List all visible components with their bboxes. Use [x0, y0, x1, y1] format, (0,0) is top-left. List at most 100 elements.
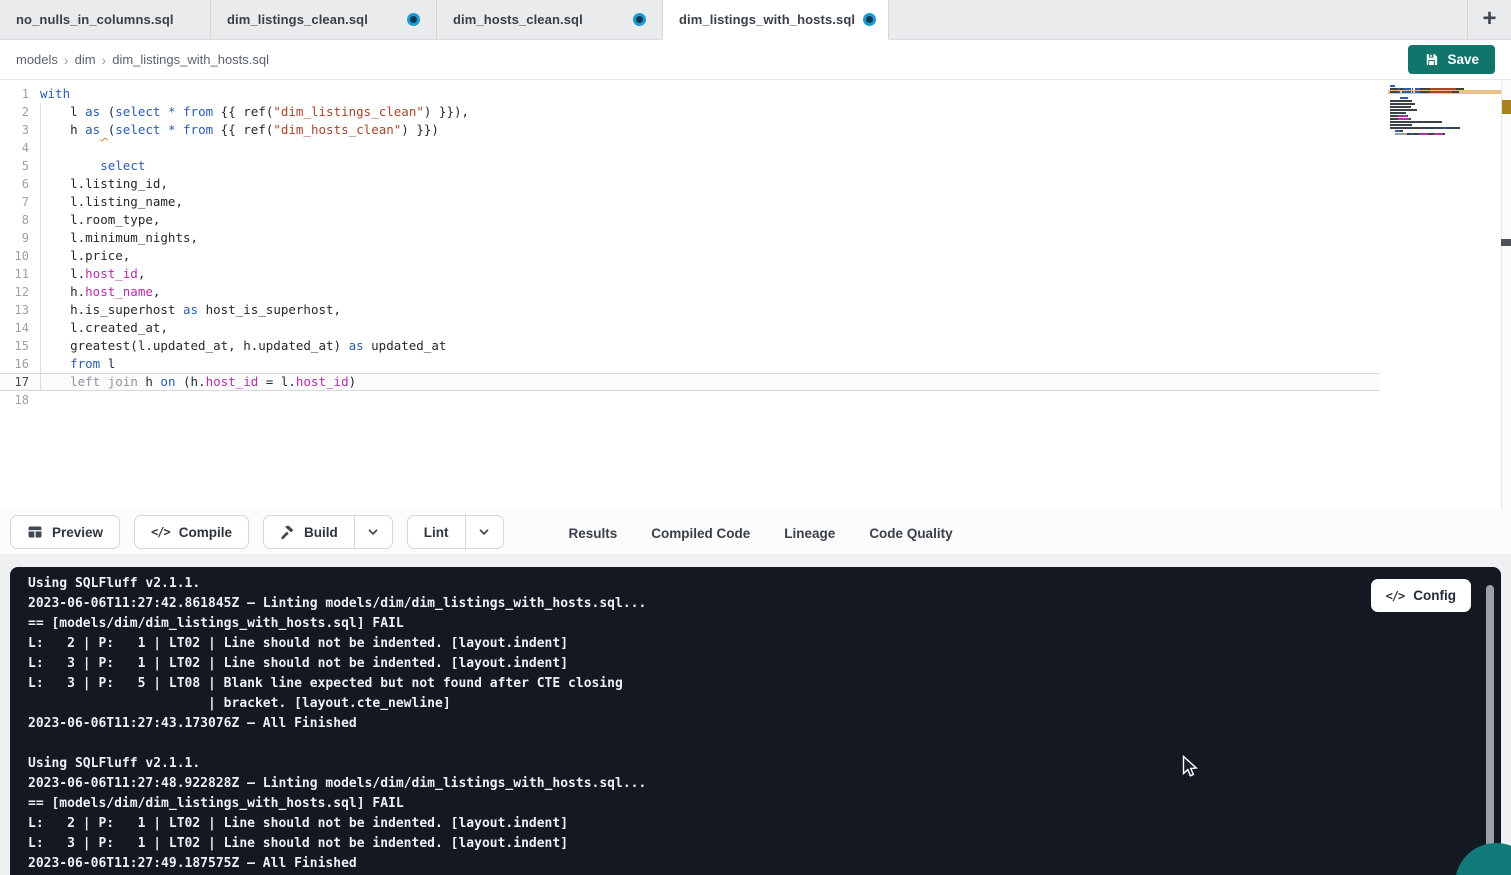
- mouse-cursor: [1178, 754, 1200, 780]
- code-line-9[interactable]: 9 l.minimum_nights,: [0, 229, 1380, 247]
- lint-button[interactable]: Lint: [408, 516, 466, 548]
- dbt-ide-window: no_nulls_in_columns.sql dim_listings_clea…: [0, 0, 1511, 875]
- terminal-line: L: 3 | P: 1 | LT02 | Line should not be …: [28, 654, 1501, 674]
- file-tab-no_nulls_in_columns.sql[interactable]: no_nulls_in_columns.sql: [0, 0, 211, 39]
- chevron-down-icon: [366, 525, 380, 539]
- compile-button[interactable]: </> Compile: [134, 515, 249, 549]
- terminal-line: 2023-06-06T11:27:48.922828Z — Linting mo…: [28, 774, 1501, 794]
- result-tab-compiled-code[interactable]: Compiled Code: [634, 510, 767, 559]
- file-tab-label: dim_hosts_clean.sql: [453, 12, 583, 27]
- code-line-text: l as (select * from {{ ref("dim_listings…: [40, 103, 1380, 121]
- terminal-line: | bracket. [layout.cte_newline]: [28, 694, 1501, 714]
- line-number: 11: [0, 265, 40, 283]
- code-line-18[interactable]: 18: [0, 391, 1380, 409]
- chevron-down-icon: [477, 525, 491, 539]
- line-number: 7: [0, 193, 40, 211]
- code-line-2[interactable]: 2 l as (select * from {{ ref("dim_listin…: [0, 103, 1380, 121]
- result-tab-lineage[interactable]: Lineage: [767, 510, 852, 559]
- preview-button[interactable]: Preview: [10, 515, 120, 549]
- build-button[interactable]: Build: [264, 516, 355, 548]
- terminal-line: [28, 734, 1501, 754]
- code-line-15[interactable]: 15 greatest(l.updated_at, h.updated_at) …: [0, 337, 1380, 355]
- code-line-14[interactable]: 14 l.created_at,: [0, 319, 1380, 337]
- code-line-text: select: [40, 157, 1380, 175]
- file-tab-dim_listings_clean.sql[interactable]: dim_listings_clean.sql: [211, 0, 437, 39]
- file-tab-label: no_nulls_in_columns.sql: [16, 12, 174, 27]
- line-number: 5: [0, 157, 40, 175]
- code-line-17[interactable]: 17 left join h on (h.host_id = l.host_id…: [0, 373, 1380, 391]
- code-line-4[interactable]: 4: [0, 139, 1380, 157]
- terminal-line: 2023-06-06T11:27:43.173076Z — All Finish…: [28, 714, 1501, 734]
- code-editor[interactable]: 1with2 l as (select * from {{ ref("dim_l…: [0, 81, 1511, 510]
- code-line-11[interactable]: 11 l.host_id,: [0, 265, 1380, 283]
- modified-dot-icon[interactable]: [407, 13, 420, 26]
- code-line-10[interactable]: 10 l.price,: [0, 247, 1380, 265]
- file-header-bar: models›dim›dim_listings_with_hosts.sql S…: [0, 40, 1511, 80]
- code-icon: </>: [1386, 589, 1405, 603]
- line-number: 10: [0, 247, 40, 265]
- breadcrumb-item[interactable]: models: [16, 52, 58, 67]
- minimap-line: [1390, 136, 1485, 138]
- new-tab-button[interactable]: +: [1467, 0, 1511, 39]
- config-button[interactable]: </> Config: [1371, 579, 1471, 612]
- line-number: 3: [0, 121, 40, 139]
- code-line-7[interactable]: 7 l.listing_name,: [0, 193, 1380, 211]
- line-number: 1: [0, 85, 40, 103]
- line-number: 14: [0, 319, 40, 337]
- breadcrumb: models›dim›dim_listings_with_hosts.sql: [16, 52, 269, 68]
- code-line-text: h as (select * from {{ ref("dim_hosts_cl…: [40, 121, 1380, 139]
- minimap-line: [1390, 112, 1485, 114]
- config-button-label: Config: [1413, 588, 1456, 603]
- modified-dot-icon[interactable]: [633, 13, 646, 26]
- minimap-line: [1390, 103, 1485, 105]
- line-number: 8: [0, 211, 40, 229]
- code-line-5[interactable]: 5 select: [0, 157, 1380, 175]
- table-icon: [27, 524, 43, 540]
- line-number: 15: [0, 337, 40, 355]
- breadcrumb-item[interactable]: dim_listings_with_hosts.sql: [112, 52, 269, 67]
- terminal-panel: Using SQLFluff v2.1.1.2023-06-06T11:27:4…: [10, 567, 1501, 875]
- code-line-3[interactable]: 3 h as (select * from {{ ref("dim_hosts_…: [0, 121, 1380, 139]
- code-line-13[interactable]: 13 h.is_superhost as host_is_superhost,: [0, 301, 1380, 319]
- minimap-line: [1390, 109, 1485, 111]
- code-line-8[interactable]: 8 l.room_type,: [0, 211, 1380, 229]
- minimap-line: [1390, 88, 1485, 90]
- minimap[interactable]: [1390, 85, 1485, 139]
- code-line-text: l.listing_name,: [40, 193, 1380, 211]
- modified-dot-icon[interactable]: [863, 13, 876, 26]
- code-line-text: l.minimum_nights,: [40, 229, 1380, 247]
- code-line-text: [40, 391, 1380, 409]
- minimap-line: [1390, 100, 1485, 102]
- file-tab-dim_listings_with_hosts.sql[interactable]: dim_listings_with_hosts.sql: [663, 0, 889, 40]
- tab-bar-spacer: [889, 0, 1467, 39]
- plus-icon: +: [1482, 7, 1496, 31]
- code-line-1[interactable]: 1with: [0, 85, 1380, 103]
- line-number: 18: [0, 391, 40, 409]
- result-tab-code-quality[interactable]: Code Quality: [852, 510, 969, 559]
- breadcrumb-item[interactable]: dim: [75, 52, 96, 67]
- terminal-scrollbar[interactable]: [1486, 585, 1494, 871]
- minimap-line: [1390, 127, 1485, 129]
- code-line-text: l.listing_id,: [40, 175, 1380, 193]
- build-dropdown-button[interactable]: [355, 516, 392, 548]
- result-tab-results[interactable]: Results: [552, 510, 635, 559]
- save-button[interactable]: Save: [1408, 45, 1495, 74]
- lint-dropdown-button[interactable]: [466, 516, 503, 548]
- terminal-line: L: 2 | P: 1 | LT02 | Line should not be …: [28, 634, 1501, 654]
- code-line-text: h.is_superhost as host_is_superhost,: [40, 301, 1380, 319]
- file-tab-label: dim_listings_with_hosts.sql: [679, 12, 855, 27]
- code-line-12[interactable]: 12 h.host_name,: [0, 283, 1380, 301]
- code-line-16[interactable]: 16 from l: [0, 355, 1380, 373]
- result-tabs: ResultsCompiled CodeLineageCode Quality: [552, 510, 970, 554]
- file-tab-label: dim_listings_clean.sql: [227, 12, 368, 27]
- line-number: 2: [0, 103, 40, 121]
- minimap-line: [1390, 106, 1485, 108]
- code-line-text: with: [40, 85, 1380, 103]
- code-line-6[interactable]: 6 l.listing_id,: [0, 175, 1380, 193]
- editor-scrollbar[interactable]: [1501, 81, 1511, 510]
- file-tab-bar: no_nulls_in_columns.sql dim_listings_clea…: [0, 0, 1511, 40]
- line-number: 17: [0, 374, 40, 390]
- minimap-line: [1390, 130, 1485, 132]
- file-tab-dim_hosts_clean.sql[interactable]: dim_hosts_clean.sql: [437, 0, 663, 39]
- minimap-line: [1390, 118, 1485, 120]
